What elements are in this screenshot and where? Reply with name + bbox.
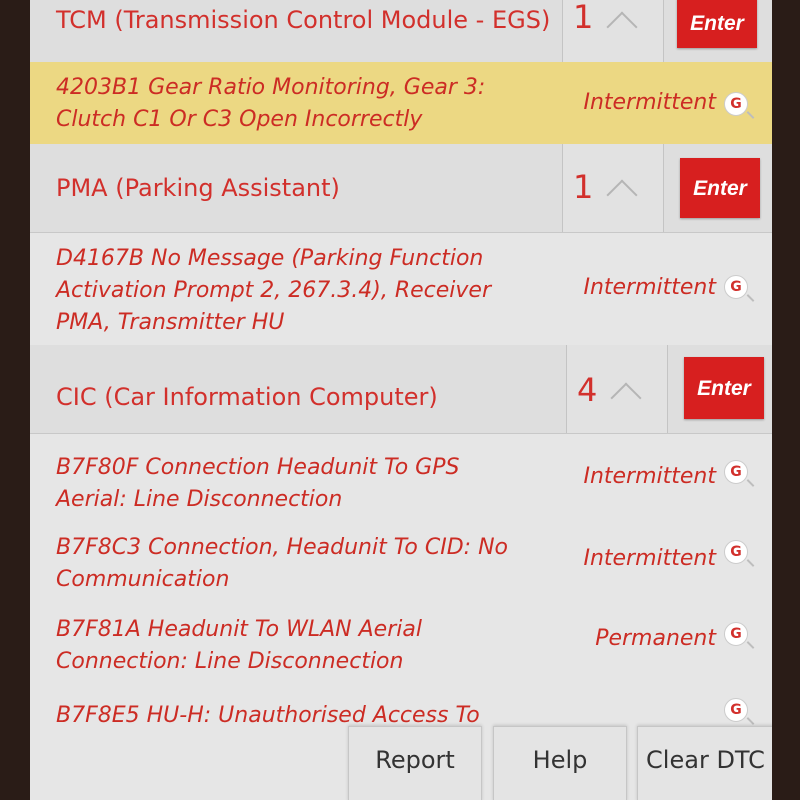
fault-row[interactable]: B7F80F Connection Headunit To GPS Aerial… — [30, 434, 772, 518]
module-name: TCM (Transmission Control Module - EGS) — [56, 6, 551, 34]
google-search-icon[interactable]: G — [724, 92, 748, 116]
fault-description: B7F81A Headunit To WLAN Aerial Connectio… — [56, 617, 422, 674]
fault-count-cell[interactable]: 1 — [562, 144, 664, 232]
fault-row[interactable]: B7F81A Headunit To WLAN Aerial Connectio… — [30, 600, 772, 692]
fault-row[interactable]: 4203B1 Gear Ratio Monitoring, Gear 3: Cl… — [30, 62, 772, 144]
fault-count-cell[interactable]: 4 — [566, 345, 668, 433]
chevron-up-icon[interactable] — [606, 179, 638, 211]
report-button[interactable]: Report — [348, 726, 482, 800]
fault-count: 1 — [573, 0, 594, 36]
google-search-icon[interactable]: G — [724, 622, 748, 646]
module-row-pma[interactable]: PMA (Parking Assistant) 1 Enter — [30, 144, 772, 233]
module-name: CIC (Car Information Computer) — [56, 383, 438, 411]
enter-button-pma[interactable]: Enter — [680, 158, 760, 218]
fault-description: 4203B1 Gear Ratio Monitoring, Gear 3: Cl… — [56, 75, 486, 132]
google-search-icon[interactable]: G — [724, 698, 748, 722]
help-button[interactable]: Help — [493, 726, 627, 800]
fault-status: Intermittent — [583, 464, 716, 489]
fault-description: B7F8C3 Connection, Headunit To CID: No C… — [56, 535, 508, 592]
diagnostic-screen: TCM (Transmission Control Module - EGS) … — [30, 0, 772, 800]
clear-dtc-button[interactable]: Clear DTC — [637, 726, 772, 800]
fault-row[interactable]: B7F8C3 Connection, Headunit To CID: No C… — [30, 518, 772, 600]
fault-row[interactable]: D4167B No Message (Parking Function Acti… — [30, 233, 772, 345]
chevron-up-icon[interactable] — [610, 382, 642, 414]
google-search-icon[interactable]: G — [724, 460, 748, 484]
module-row-cic[interactable]: CIC (Car Information Computer) 4 Enter — [30, 345, 772, 434]
fault-status: Intermittent — [583, 546, 716, 571]
enter-button-tcm[interactable]: Enter — [677, 0, 757, 48]
chevron-up-icon[interactable] — [606, 11, 638, 43]
fault-count-cell[interactable]: 1 — [562, 0, 664, 62]
google-search-icon[interactable]: G — [724, 540, 748, 564]
module-row-tcm[interactable]: TCM (Transmission Control Module - EGS) … — [30, 0, 772, 63]
google-search-icon[interactable]: G — [724, 275, 748, 299]
module-name: PMA (Parking Assistant) — [56, 174, 340, 202]
fault-status: Intermittent — [583, 90, 716, 115]
fault-description: D4167B No Message (Parking Function Acti… — [56, 246, 491, 335]
fault-status: Permanent — [595, 626, 716, 651]
fault-status: Intermittent — [583, 275, 716, 300]
enter-button-cic[interactable]: Enter — [684, 357, 764, 419]
fault-description: B7F80F Connection Headunit To GPS Aerial… — [56, 455, 460, 512]
fault-count: 4 — [577, 371, 598, 409]
fault-count: 1 — [573, 168, 594, 206]
